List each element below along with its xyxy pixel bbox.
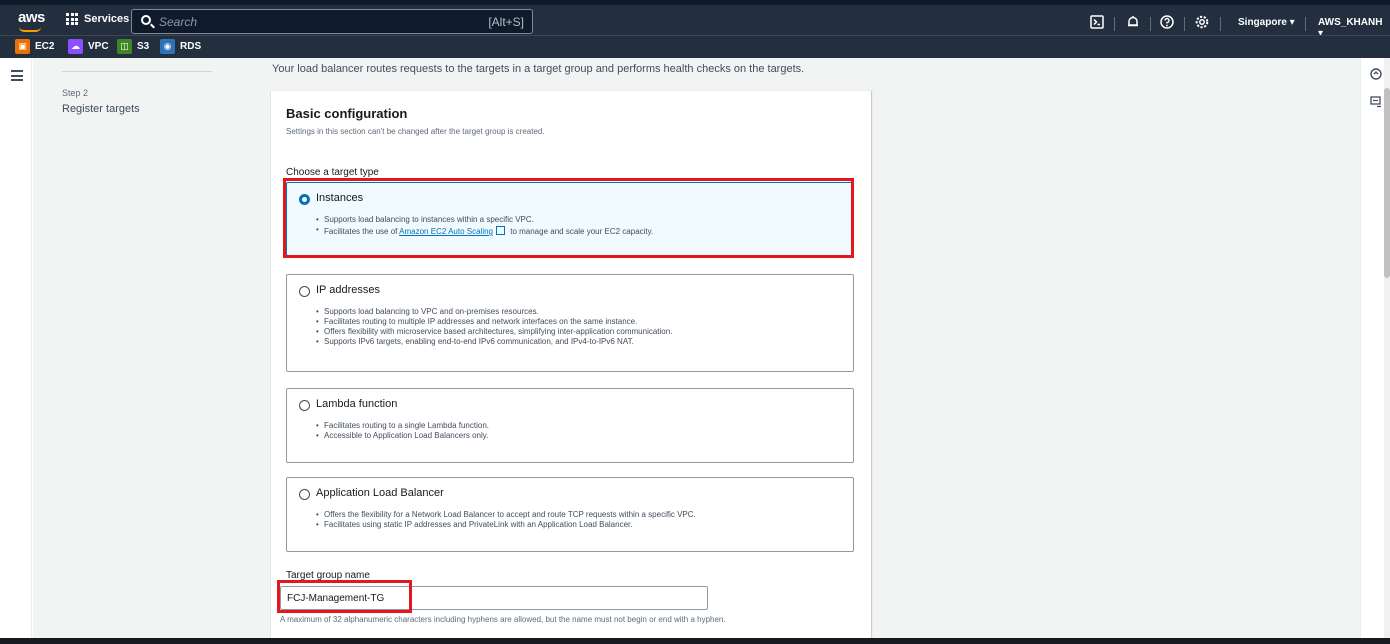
favorite-vpc[interactable]: ☁ VPC bbox=[68, 39, 109, 54]
ec2-icon: ▣ bbox=[15, 39, 30, 54]
settings-icon[interactable] bbox=[1195, 15, 1209, 29]
basic-configuration-panel: Basic configuration Settings in this sec… bbox=[271, 90, 871, 638]
ip-addresses-bullets: Supports load balancing to VPC and on-pr… bbox=[316, 307, 672, 347]
application-load-balancer-radio[interactable] bbox=[299, 489, 310, 500]
lambda-function-radio[interactable] bbox=[299, 400, 310, 411]
list-item: Supports load balancing to instances wit… bbox=[316, 215, 653, 225]
lambda-function-title: Lambda function bbox=[316, 398, 398, 410]
info-panel-icon[interactable] bbox=[1370, 68, 1382, 80]
target-type-instances[interactable]: Instances Supports load balancing to ins… bbox=[286, 182, 854, 256]
feedback-icon[interactable] bbox=[1370, 96, 1382, 108]
step-2-register-targets[interactable]: Register targets bbox=[62, 103, 140, 115]
target-group-name-hint: A maximum of 32 alphanumeric characters … bbox=[280, 615, 726, 624]
list-item: Facilitates routing to a single Lambda f… bbox=[316, 421, 489, 431]
search-placeholder: Search bbox=[159, 15, 198, 29]
aws-logo-text: aws bbox=[18, 9, 45, 26]
application-load-balancer-title: Application Load Balancer bbox=[316, 487, 444, 499]
list-item: Accessible to Application Load Balancers… bbox=[316, 431, 489, 441]
favorite-label: RDS bbox=[180, 41, 202, 52]
target-group-name-input[interactable] bbox=[281, 587, 707, 609]
instances-title: Instances bbox=[316, 192, 364, 204]
help-icon[interactable] bbox=[1160, 15, 1174, 29]
instances-bullets: Supports load balancing to instances wit… bbox=[316, 215, 653, 237]
favorite-rds[interactable]: ◉ RDS bbox=[160, 39, 201, 54]
favorites-bar: ▣ EC2 ☁ VPC ◫ S3 ◉ RDS bbox=[0, 35, 1390, 58]
cloudshell-icon[interactable] bbox=[1090, 15, 1104, 29]
favorite-label: EC2 bbox=[35, 41, 55, 52]
list-item: Offers flexibility with microservice bas… bbox=[316, 327, 672, 337]
application-load-balancer-bullets: Offers the flexibility for a Network Loa… bbox=[316, 510, 696, 530]
services-grid-icon bbox=[66, 13, 78, 25]
instances-radio[interactable] bbox=[299, 194, 310, 205]
rds-icon: ◉ bbox=[160, 39, 175, 54]
bell-icon[interactable] bbox=[1126, 15, 1140, 29]
aws-logo[interactable]: aws bbox=[18, 9, 45, 32]
left-rail bbox=[0, 58, 32, 644]
intro-text: Your load balancer routes requests to th… bbox=[272, 63, 805, 75]
target-type-application-load-balancer[interactable]: Application Load Balancer Offers the fle… bbox=[286, 477, 854, 552]
page-scrollbar[interactable] bbox=[1384, 58, 1390, 644]
step-2-label: Step 2 bbox=[62, 88, 89, 98]
menu-icon[interactable] bbox=[11, 70, 23, 84]
list-item: Supports load balancing to VPC and on-pr… bbox=[316, 307, 672, 317]
search-shortcut: [Alt+S] bbox=[488, 15, 524, 29]
ip-addresses-radio[interactable] bbox=[299, 286, 310, 297]
services-label: Services bbox=[84, 13, 130, 25]
target-type-ip-addresses[interactable]: IP addresses Supports load balancing to … bbox=[286, 274, 854, 372]
target-type-lambda-function[interactable]: Lambda function Facilitates routing to a… bbox=[286, 388, 854, 463]
target-group-name-field[interactable] bbox=[280, 586, 708, 610]
external-link-icon bbox=[496, 226, 505, 235]
vpc-icon: ☁ bbox=[68, 39, 83, 54]
aws-smile-icon bbox=[19, 27, 41, 32]
bottom-bar bbox=[0, 638, 1390, 644]
list-item: Facilitates using static IP addresses an… bbox=[316, 520, 696, 530]
favorite-ec2[interactable]: ▣ EC2 bbox=[15, 39, 54, 54]
list-item: Supports IPv6 targets, enabling end-to-e… bbox=[316, 337, 672, 347]
services-menu-button[interactable]: Services bbox=[66, 13, 129, 25]
step-1-divider bbox=[62, 58, 212, 72]
favorite-label: S3 bbox=[137, 41, 150, 52]
panel-description: Settings in this section can't be change… bbox=[286, 127, 545, 136]
s3-icon: ◫ bbox=[117, 39, 132, 54]
list-item: Facilitates the use of Amazon EC2 Auto S… bbox=[316, 225, 653, 237]
favorite-label: VPC bbox=[88, 41, 109, 52]
region-selector[interactable]: Singapore ▾ bbox=[1238, 17, 1295, 28]
favorite-s3[interactable]: ◫ S3 bbox=[117, 39, 149, 54]
top-navigation: aws Services Search [Alt+S] Singapore ▾ … bbox=[0, 0, 1390, 40]
list-item: Facilitates routing to multiple IP addre… bbox=[316, 317, 672, 327]
ip-addresses-title: IP addresses bbox=[316, 284, 381, 296]
auto-scaling-link[interactable]: Amazon EC2 Auto Scaling bbox=[399, 227, 493, 236]
search-icon bbox=[141, 15, 151, 25]
scrollbar-thumb[interactable] bbox=[1384, 88, 1390, 278]
target-group-name-label: Target group name bbox=[286, 570, 370, 581]
lambda-function-bullets: Facilitates routing to a single Lambda f… bbox=[316, 421, 489, 441]
list-item: Offers the flexibility for a Network Loa… bbox=[316, 510, 696, 520]
panel-title: Basic configuration bbox=[286, 106, 408, 121]
search-input[interactable]: Search [Alt+S] bbox=[131, 9, 533, 34]
target-type-label: Choose a target type bbox=[286, 167, 379, 178]
